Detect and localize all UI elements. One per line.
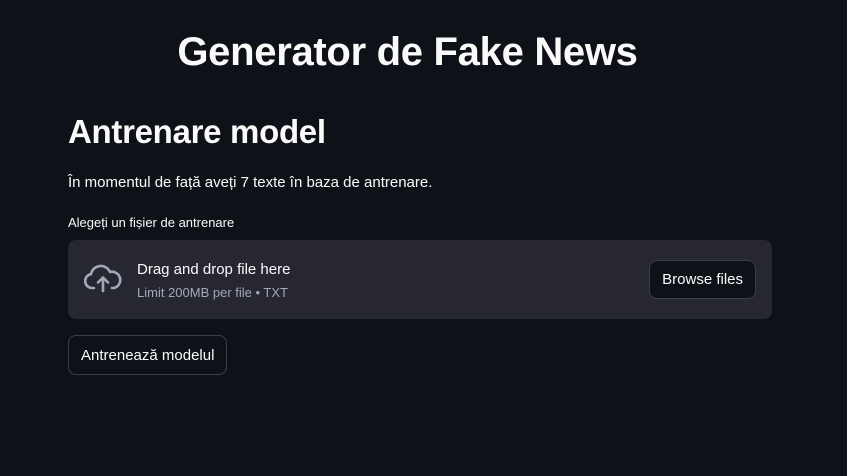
page-title: Generator de Fake News xyxy=(177,30,638,74)
training-info-text: În momentul de față aveți 7 texte în baz… xyxy=(68,174,433,191)
browse-files-button[interactable]: Browse files xyxy=(649,260,756,299)
file-uploader-label: Alegeți un fișier de antrenare xyxy=(68,215,235,230)
section-heading: Antrenare model xyxy=(68,113,326,150)
app-container: Generator de Fake News Antrenare model Î… xyxy=(0,0,847,476)
train-model-button[interactable]: Antrenează modelul xyxy=(68,335,228,375)
cloud-upload-icon xyxy=(83,264,122,294)
drag-drop-text: Drag and drop file here xyxy=(137,261,291,278)
file-limit-text: Limit 200MB per file • TXT xyxy=(137,285,288,300)
dropzone-instructions: Drag and drop file here Limit 200MB per … xyxy=(137,260,290,302)
file-dropzone[interactable]: Drag and drop file here Limit 200MB per … xyxy=(68,240,772,319)
